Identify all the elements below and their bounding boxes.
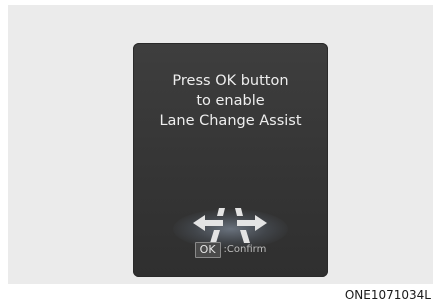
message-line-1: Press OK button xyxy=(172,73,289,89)
left-arrow-icon xyxy=(193,215,223,231)
confirm-label: :Confirm xyxy=(223,243,267,255)
cluster-display: Press OK button to enable Lane Change As… xyxy=(133,43,328,277)
message-line-2: to enable xyxy=(196,93,265,109)
lane-change-assist-message: Press OK button to enable Lane Change As… xyxy=(133,71,328,131)
right-lane-dash-upper xyxy=(235,208,243,216)
figure-code: ONE1071034L xyxy=(344,288,431,302)
right-arrow-icon xyxy=(237,215,267,231)
ok-key-icon: OK xyxy=(194,241,221,258)
ok-confirm-hint: OK:Confirm xyxy=(133,239,328,259)
message-line-3: Lane Change Assist xyxy=(159,113,302,129)
left-lane-dash-upper xyxy=(217,208,225,216)
illustration-frame: Press OK button to enable Lane Change As… xyxy=(8,5,433,284)
